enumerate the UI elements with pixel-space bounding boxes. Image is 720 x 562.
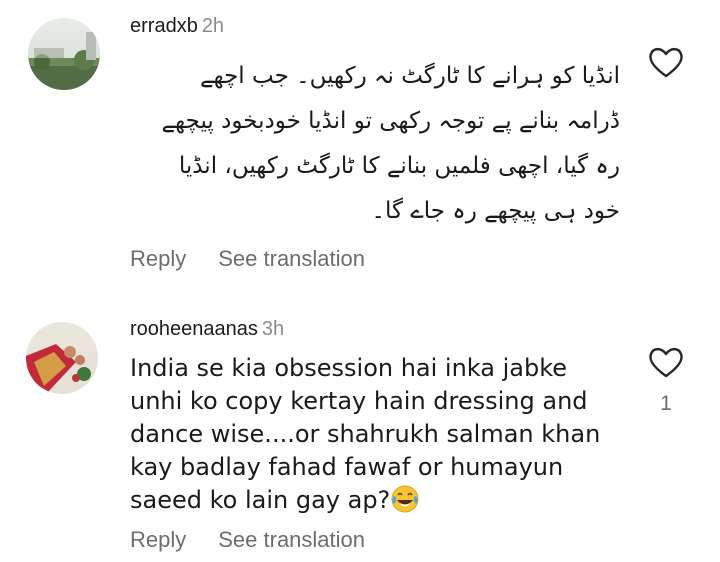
comment-time: 2h — [201, 15, 225, 37]
reply-button[interactable]: Reply — [130, 246, 186, 272]
heart-outline-icon[interactable] — [648, 46, 684, 78]
comment-username[interactable]: rooheenaanas 3h — [130, 318, 284, 341]
comment-text: انڈیا کو ہرانے کا ٹارگٹ نہ رکھیں۔ جب اچھ… — [161, 63, 620, 224]
comment: erradxb 2h انڈیا کو ہرانے کا ٹارگٹ نہ رکھ… — [0, 0, 720, 300]
avatar[interactable] — [26, 322, 98, 394]
comment-text: India se kia obsession hai inka jabke un… — [130, 354, 601, 514]
see-translation-button[interactable]: See translation — [218, 246, 365, 272]
avatar[interactable] — [28, 18, 100, 90]
comment-actions: Reply See translation — [130, 246, 365, 272]
like-count: 1 — [660, 392, 672, 415]
heart-outline-icon[interactable] — [648, 346, 684, 378]
comment-time: 3h — [261, 318, 285, 340]
face-with-tears-of-joy-icon — [390, 484, 420, 514]
see-translation-button[interactable]: See translation — [218, 527, 365, 553]
comment: rooheenaanas 3h India se kia obsession ha… — [0, 300, 720, 562]
reply-button[interactable]: Reply — [130, 527, 186, 553]
comment-username[interactable]: erradxb 2h — [130, 15, 224, 38]
comment-actions: Reply See translation — [130, 527, 365, 553]
